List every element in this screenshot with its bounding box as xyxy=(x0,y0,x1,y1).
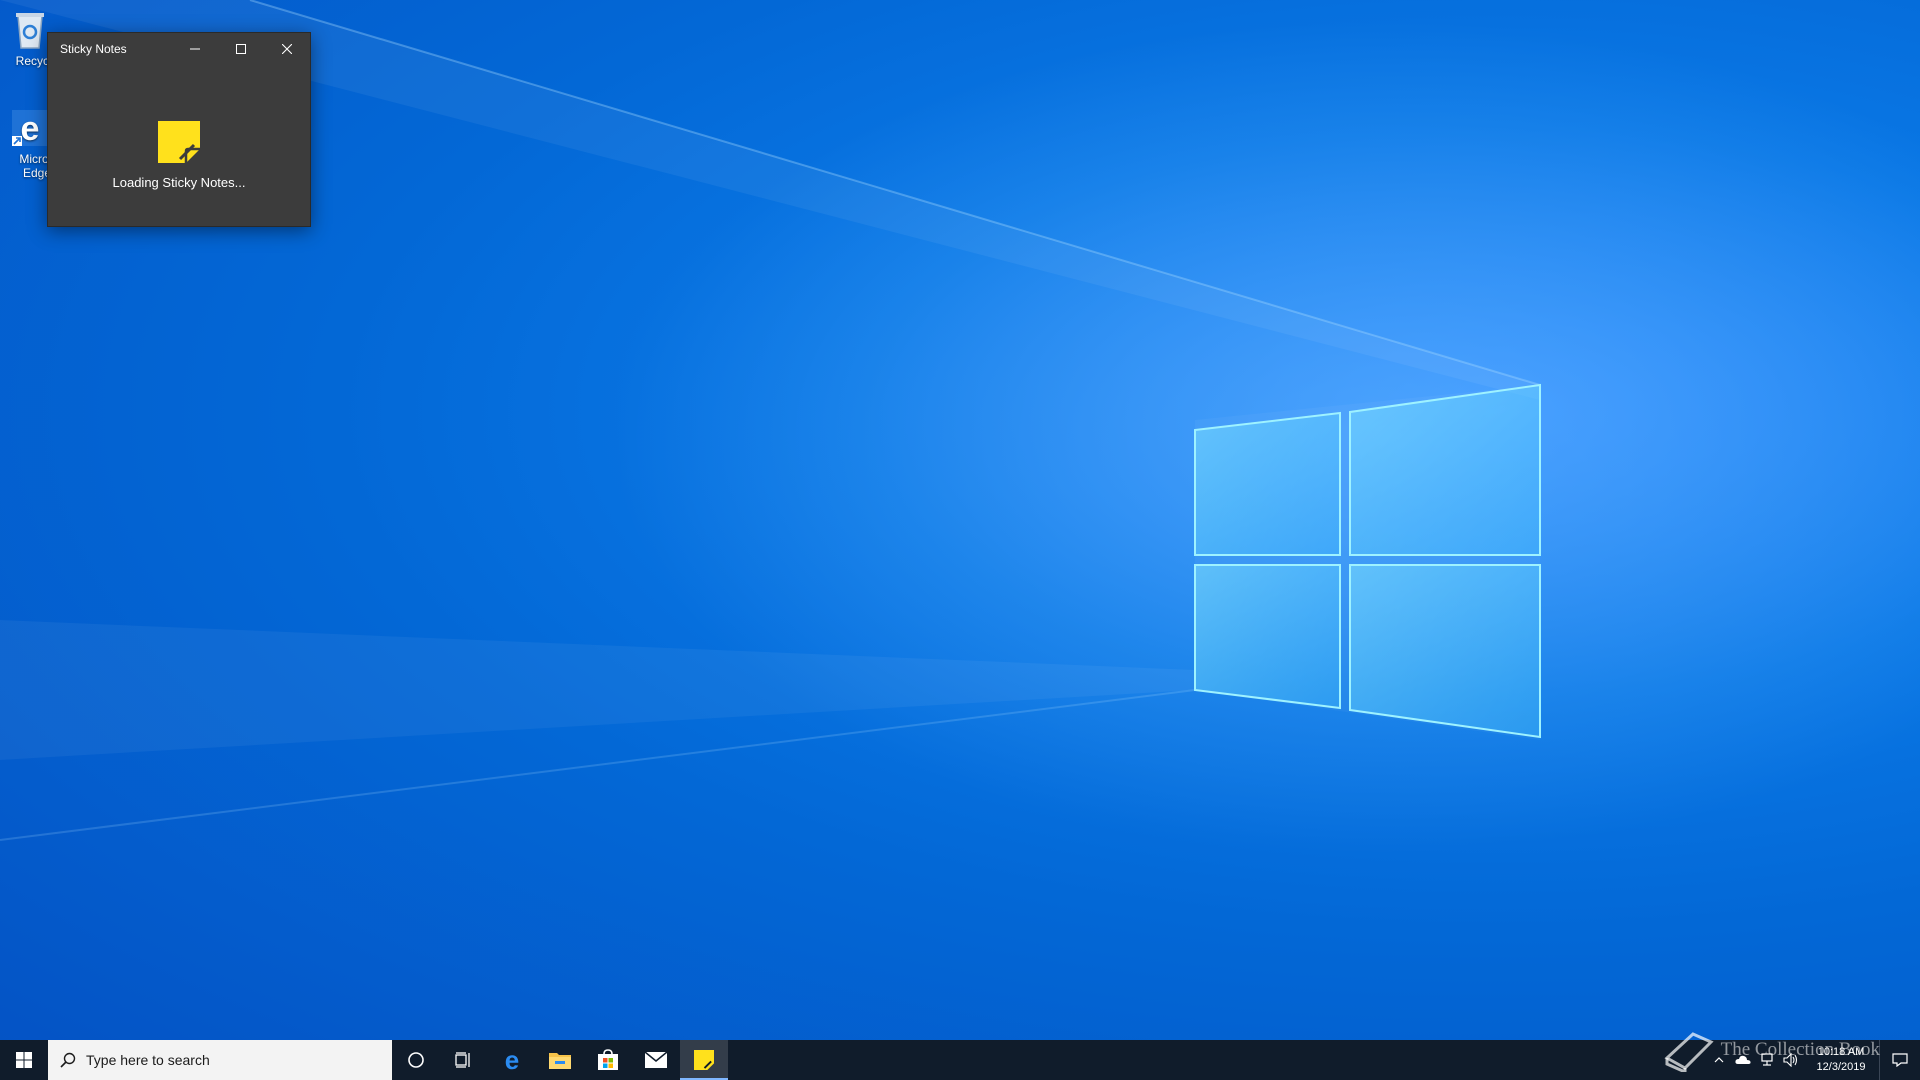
close-icon xyxy=(282,44,292,54)
maximize-button[interactable] xyxy=(218,33,264,65)
close-button[interactable] xyxy=(264,33,310,65)
action-center-button[interactable] xyxy=(1879,1040,1920,1080)
cortana-button[interactable] xyxy=(392,1040,440,1080)
window-titlebar[interactable]: Sticky Notes xyxy=(48,33,310,65)
book-icon xyxy=(1664,1032,1714,1072)
sticky-notes-icon xyxy=(158,121,200,163)
task-view-button[interactable] xyxy=(440,1040,488,1080)
taskbar-file-explorer-button[interactable] xyxy=(536,1040,584,1080)
window-title: Sticky Notes xyxy=(60,42,127,56)
edge-icon: e xyxy=(505,1048,519,1072)
start-button[interactable] xyxy=(0,1040,48,1080)
taskbar-sticky-notes-button[interactable] xyxy=(680,1040,728,1080)
search-placeholder: Type here to search xyxy=(86,1052,210,1068)
sticky-notes-window[interactable]: Sticky Notes Loading Sticky Notes... xyxy=(47,32,311,227)
task-view-icon xyxy=(455,1052,470,1068)
file-explorer-icon xyxy=(549,1053,571,1069)
notification-icon xyxy=(1892,1053,1908,1067)
windows-start-icon xyxy=(16,1052,32,1068)
watermark: The Collection Book xyxy=(1663,1028,1880,1072)
cortana-icon xyxy=(408,1052,424,1068)
mail-icon xyxy=(644,1051,668,1068)
watermark-text: The Collection Book xyxy=(1720,1039,1880,1060)
taskbar-store-button[interactable] xyxy=(584,1040,632,1080)
loading-text: Loading Sticky Notes... xyxy=(112,175,246,190)
minimize-button[interactable] xyxy=(172,33,218,65)
minimize-icon xyxy=(190,48,200,50)
windows-logo xyxy=(1194,383,1541,739)
search-icon xyxy=(60,1052,76,1068)
taskbar-mail-button[interactable] xyxy=(632,1040,680,1080)
maximize-icon xyxy=(236,44,246,54)
svg-text:e: e xyxy=(21,110,40,148)
recycle-bin-icon xyxy=(8,8,52,52)
store-icon xyxy=(598,1049,618,1070)
taskbar-search-box[interactable]: Type here to search xyxy=(48,1040,392,1080)
taskbar-edge-button[interactable]: e xyxy=(488,1040,536,1080)
edge-icon: e xyxy=(8,106,52,150)
svg-text:e: e xyxy=(505,1048,519,1072)
taskbar: Type here to search e 10:18 AM 12/3/2019 xyxy=(0,1040,1920,1080)
window-body: Loading Sticky Notes... xyxy=(48,65,310,190)
sticky-notes-icon xyxy=(694,1050,714,1070)
